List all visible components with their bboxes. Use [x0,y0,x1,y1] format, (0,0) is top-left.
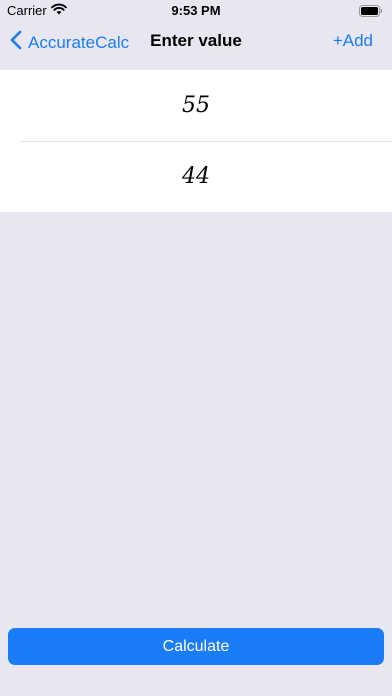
back-button[interactable]: AccurateCalc [10,30,129,55]
value-row[interactable]: 55 [0,70,392,141]
value-list: 55 44 [0,70,392,212]
calculate-button[interactable]: Calculate [8,628,384,665]
status-bar: Carrier 9:53 PM [0,0,392,22]
chevron-left-icon [10,30,28,55]
navigation-bar: AccurateCalc Enter value +Add [0,22,392,62]
battery-icon [359,5,383,17]
back-button-label: AccurateCalc [28,32,130,52]
status-time: 9:53 PM [171,3,221,18]
add-button[interactable]: +Add [333,31,373,51]
value-row[interactable]: 44 [0,141,392,212]
